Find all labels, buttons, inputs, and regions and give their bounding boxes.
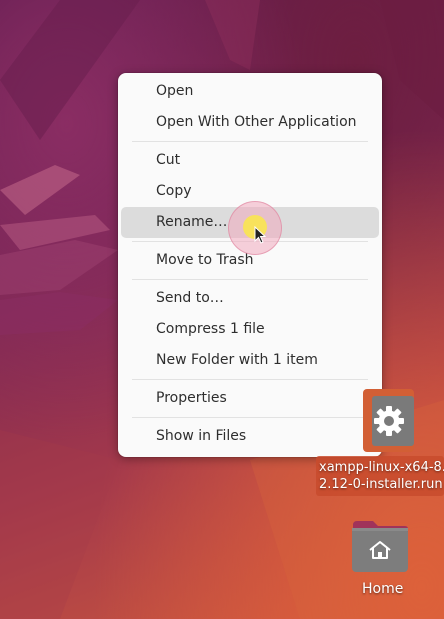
menu-item-properties[interactable]: Properties [121, 383, 379, 414]
menu-separator [132, 417, 368, 418]
menu-item-open[interactable]: Open [121, 76, 379, 107]
menu-item-new-folder-with-item[interactable]: New Folder with 1 item [121, 345, 379, 376]
menu-item-compress[interactable]: Compress 1 file [121, 314, 379, 345]
desktop-icon-xampp[interactable] [372, 396, 414, 446]
menu-item-cut[interactable]: Cut [121, 145, 379, 176]
menu-separator [132, 141, 368, 142]
menu-separator [132, 279, 368, 280]
home-folder-icon[interactable] [351, 519, 409, 573]
desktop-icon-xampp-label-line2[interactable]: 2.12-0-installer.run [319, 477, 443, 492]
desktop-icon-home-label[interactable]: Home [0, 581, 444, 597]
menu-item-send-to[interactable]: Send to… [121, 283, 379, 314]
context-menu: Open Open With Other Application Cut Cop… [118, 73, 382, 457]
menu-item-show-in-files[interactable]: Show in Files [121, 421, 379, 452]
menu-item-open-with-other-application[interactable]: Open With Other Application [121, 107, 379, 138]
mouse-pointer-icon [254, 226, 266, 244]
menu-separator [132, 379, 368, 380]
desktop-icon-xampp-label-line1[interactable]: xampp-linux-x64-8. [319, 460, 444, 475]
gear-icon [374, 406, 404, 436]
